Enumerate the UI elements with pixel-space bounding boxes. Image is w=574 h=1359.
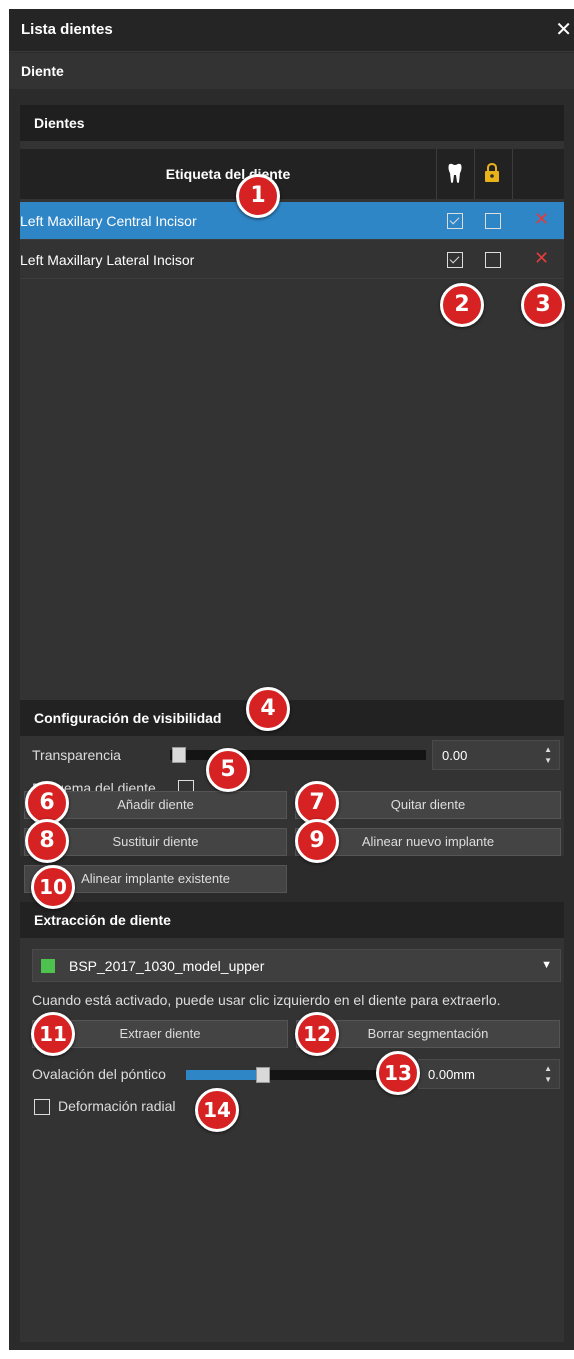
callout-badge: 13 <box>376 1051 420 1095</box>
lock-icon <box>485 163 499 182</box>
delete-icon[interactable]: ✕ <box>534 209 549 230</box>
lock-checkbox[interactable] <box>485 252 501 268</box>
tooth-list-panel: Lista dientes ✕ Diente Dientes Etiqueta … <box>9 9 574 1350</box>
model-select[interactable]: BSP_2017_1030_model_upper ▼ <box>32 949 561 982</box>
tooth-name: Left Maxillary Lateral Incisor <box>20 252 195 268</box>
pontic-slider-thumb[interactable] <box>256 1067 270 1083</box>
pontic-label: Ovalación del póntico <box>32 1066 166 1082</box>
column-header-label: Etiqueta del diente <box>165 166 291 182</box>
table-header: Etiqueta del diente <box>20 149 564 199</box>
table-row[interactable]: Left Maxillary Central Incisor ✕ <box>20 202 564 240</box>
teeth-group-title: Dientes <box>34 115 85 131</box>
visibility-title: Configuración de visibilidad <box>34 710 222 726</box>
tooth-name: Left Maxillary Central Incisor <box>20 213 197 229</box>
pontic-value: 0.00mm <box>428 1067 475 1082</box>
title-bar: Lista dientes ✕ <box>9 9 574 52</box>
window-title: Lista dientes <box>21 21 113 38</box>
extraction-hint: Cuando está activado, puede usar clic iz… <box>32 992 501 1008</box>
callout-badge: 9 <box>295 819 339 863</box>
callout-badge: 10 <box>31 865 75 909</box>
spin-up-icon[interactable]: ▲ <box>544 745 552 754</box>
transparency-slider-thumb[interactable] <box>172 747 186 763</box>
extraction-title: Extracción de diente <box>34 912 171 928</box>
callout-badge: 4 <box>246 687 290 731</box>
model-name: BSP_2017_1030_model_upper <box>69 958 265 974</box>
extraction-header: Extracción de diente <box>20 902 564 938</box>
callout-badge: 12 <box>295 1012 339 1056</box>
close-icon[interactable]: ✕ <box>555 17 572 42</box>
callout-badge: 11 <box>31 1012 75 1056</box>
teeth-group-header: Dientes <box>20 105 564 141</box>
visible-checkbox[interactable] <box>447 252 463 268</box>
radial-deformation-label: Deformación radial <box>58 1098 176 1114</box>
callout-badge: 3 <box>521 283 565 327</box>
visibility-header: Configuración de visibilidad <box>20 700 564 736</box>
visible-checkbox[interactable] <box>447 213 463 229</box>
transparency-value: 0.00 <box>442 748 468 763</box>
callout-badge: 2 <box>440 283 484 327</box>
model-color-swatch <box>41 959 55 973</box>
pontic-slider-fill <box>186 1070 263 1080</box>
lock-checkbox[interactable] <box>485 213 501 229</box>
section-header-diente[interactable]: Diente <box>9 53 574 89</box>
extraction-settings: BSP_2017_1030_model_upper ▼ Cuando está … <box>20 938 564 1342</box>
callout-badge: 8 <box>25 819 69 863</box>
spin-down-icon[interactable]: ▼ <box>544 1075 552 1084</box>
chevron-down-icon: ▼ <box>541 959 552 971</box>
spin-up-icon[interactable]: ▲ <box>544 1064 552 1073</box>
transparency-label: Transparencia <box>32 747 121 763</box>
section-title: Diente <box>21 63 64 79</box>
pontic-spinbox[interactable]: 0.00mm ▲ ▼ <box>418 1059 560 1089</box>
callout-badge: 14 <box>195 1088 239 1132</box>
callout-badge: 5 <box>206 748 250 792</box>
table-row[interactable]: Left Maxillary Lateral Incisor ✕ <box>20 241 564 279</box>
spin-down-icon[interactable]: ▼ <box>544 756 552 765</box>
tooth-icon <box>448 163 462 183</box>
callout-badge: 1 <box>236 174 280 218</box>
transparency-spinbox[interactable]: 0.00 ▲ ▼ <box>432 740 560 770</box>
delete-icon[interactable]: ✕ <box>534 248 549 269</box>
radial-deformation-checkbox[interactable] <box>34 1099 50 1115</box>
